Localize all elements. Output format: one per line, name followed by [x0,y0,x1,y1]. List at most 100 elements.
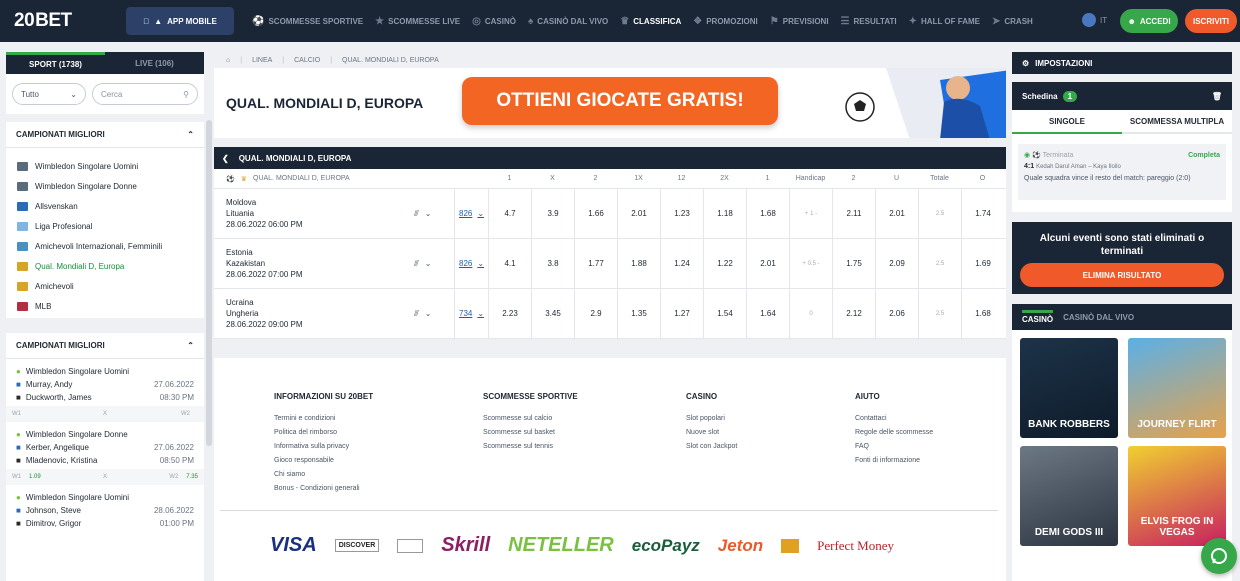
odds-button[interactable]: 2.06 [875,288,918,339]
footer-link[interactable]: Bonus - Condizioni generali [274,482,373,496]
odds-button[interactable]: 3.9 [531,188,574,239]
tab-sport[interactable]: SPORT (1738) [6,52,105,74]
tab-casino[interactable]: CASINÒ [1022,310,1054,324]
footer-link[interactable]: FAQ [855,440,933,454]
odds-cell[interactable]: W1 [12,411,29,417]
odds-button[interactable]: 1.77 [574,238,617,289]
nav-item-scommesse-live[interactable]: ★ SCOMMESSE LIVE [375,16,460,27]
filter-select[interactable]: Tutto ⌄ [12,83,86,105]
nav-item-classifica[interactable]: ♛ CLASSIFICA [620,16,681,27]
odds-cell[interactable]: W2 7.35 [169,474,198,480]
tab-live[interactable]: LIVE (106) [105,52,204,74]
event-teams[interactable]: Moldova Lituania 28.06.2022 06:00 PM [214,197,414,230]
footer-link[interactable]: Chi siamo [274,468,373,482]
sidebar-league-item[interactable]: Wimbledon Singolare Uomini [6,156,204,176]
odds-button[interactable]: 1.64 [746,288,789,339]
chevron-down-icon[interactable]: ⌄ [425,209,432,218]
odds-button[interactable]: 1.68 [961,288,1004,339]
sidebar-league-item[interactable]: Qual. Mondiali D, Europa [6,256,204,276]
footer-link[interactable]: Fonti di informazione [855,454,933,468]
game-tile[interactable]: ELVIS FROG IN VEGAS [1128,446,1226,546]
sidebar-league-item[interactable]: Allsvenskan [6,196,204,216]
odds-button[interactable]: 1.74 [961,188,1004,239]
breadcrumb-calcio[interactable]: CALCIO [294,57,320,64]
nav-item-hall-of-fame[interactable]: ✦ HALL OF FAME [909,16,980,27]
odds-cell[interactable]: X [103,411,107,417]
login-button[interactable]: ☻ ACCEDI [1120,9,1178,33]
odds-button[interactable]: 1.68 [746,188,789,239]
odds-button[interactable]: 2.23 [488,288,531,339]
event-markets-count[interactable]: 734 ⌄ [454,288,488,339]
footer-link[interactable]: Contattaci [855,412,933,426]
remove-result-button[interactable]: ELIMINA RISULTATO [1020,263,1224,287]
odds-button[interactable]: 3.8 [531,238,574,289]
top-leagues-header[interactable]: CAMPIONATI MIGLIORI ⌃ [6,122,204,148]
home-icon[interactable]: ⌂ [226,57,230,64]
top-matches-header[interactable]: CAMPIONATI MIGLIORI ⌃ [6,333,204,359]
nav-item-crash[interactable]: ➤ CRASH [992,16,1033,27]
odds-button[interactable]: 1.35 [617,288,660,339]
sidebar-league-item[interactable]: MLB [6,296,204,316]
odds-button[interactable]: 2.09 [875,238,918,289]
footer-link[interactable]: Politica del rimborso [274,426,373,440]
odds-button[interactable]: 1.27 [660,288,703,339]
odds-button[interactable]: 2.12 [832,288,875,339]
odds-button[interactable]: 1.24 [660,238,703,289]
nav-item-scommesse-sportive[interactable]: ⚽ SCOMMESSE SPORTIVE [252,16,363,27]
odds-button[interactable]: 1.66 [574,188,617,239]
odds-button[interactable]: 1.22 [703,238,746,289]
bet-radio-icon[interactable]: ◉ [1024,152,1030,159]
promo-button[interactable]: OTTIENI GIOCATE GRATIS! [462,77,778,125]
nav-item-casin-[interactable]: ◎ CASINÒ [472,16,516,27]
sidebar-league-item[interactable]: Liga Profesional [6,216,204,236]
odds-button[interactable]: 2.11 [832,188,875,239]
stats-icon[interactable]: ⫻ [414,309,419,319]
footer-link[interactable]: Slot popolari [686,412,737,426]
footer-link[interactable]: Nuove slot [686,426,737,440]
event-markets-count[interactable]: 826 ⌄ [454,238,488,289]
tab-live-casino[interactable]: CASINÒ DAL VIVO [1063,313,1134,322]
trash-icon[interactable]: 🗑 [1212,92,1222,101]
nav-item-promozioni[interactable]: ❖ PROMOZIONI [693,16,758,27]
chevron-down-icon[interactable]: ⌄ [425,259,432,268]
settings-header[interactable]: ⚙ IMPOSTAZIONI [1012,52,1232,74]
odds-button[interactable]: 1.18 [703,188,746,239]
sidebar-scrollbar[interactable] [206,120,212,446]
sidebar-league-item[interactable]: Amichevoli [6,276,204,296]
footer-link[interactable]: Regole delle scommesse [855,426,933,440]
footer-link[interactable]: Gioco responsabile [274,454,373,468]
search-input[interactable]: Cerca ⚲ [92,83,198,105]
odds-button[interactable]: 1.69 [961,238,1004,289]
odds-button[interactable]: 1.75 [832,238,875,289]
tab-multi[interactable]: SCOMMESSA MULTIPLA [1122,110,1232,134]
nav-item-resultati[interactable]: ☰ RESULTATI [841,16,897,27]
nav-item-casin-dal-vivo[interactable]: ♠ CASINÒ DAL VIVO [528,16,608,27]
sidebar-league-item[interactable]: Wimbledon Singolare Donne [6,176,204,196]
odds-button[interactable]: 2.01 [875,188,918,239]
odds-button[interactable]: 4.1 [488,238,531,289]
odds-button[interactable]: 1.23 [660,188,703,239]
footer-link[interactable]: Informativa sulla privacy [274,440,373,454]
footer-link[interactable]: Scommesse sul calcio [483,412,578,426]
game-tile[interactable]: JOURNEY FLIRT [1128,338,1226,438]
breadcrumb-linea[interactable]: LINEA [252,57,272,64]
game-tile[interactable]: DEMI GODS III [1020,446,1118,546]
odds-button[interactable]: 1.88 [617,238,660,289]
language-selector[interactable]: IT [1082,13,1107,27]
odds-button[interactable]: 2.01 [617,188,660,239]
tab-single[interactable]: SINGOLE [1012,110,1122,134]
top-match-card[interactable]: ● Wimbledon Singolare Donne ■ Kerber, Angel… [6,422,204,485]
event-teams[interactable]: Estonia Kazakistan 28.06.2022 07:00 PM [214,247,414,280]
app-mobile-button[interactable]: ▲APP MOBILE [126,7,234,35]
nav-item-previsioni[interactable]: ⚑ PREVISIONI [770,16,829,27]
odds-button[interactable]: 3.45 [531,288,574,339]
odds-cell[interactable]: W1 1.09 [12,474,41,480]
chevron-down-icon[interactable]: ⌄ [425,309,432,318]
event-teams[interactable]: Ucraina Ungheria 28.06.2022 09:00 PM [214,297,414,330]
logo[interactable]: 20 BET [14,10,106,32]
top-match-card[interactable]: ● Wimbledon Singolare Uomini ■ Johnson, Ste… [6,485,204,530]
game-tile[interactable]: BANK ROBBERS [1020,338,1118,438]
event-markets-count[interactable]: 826 ⌄ [454,188,488,239]
back-arrow-icon[interactable]: ❮ [222,154,229,163]
odds-button[interactable]: 4.7 [488,188,531,239]
